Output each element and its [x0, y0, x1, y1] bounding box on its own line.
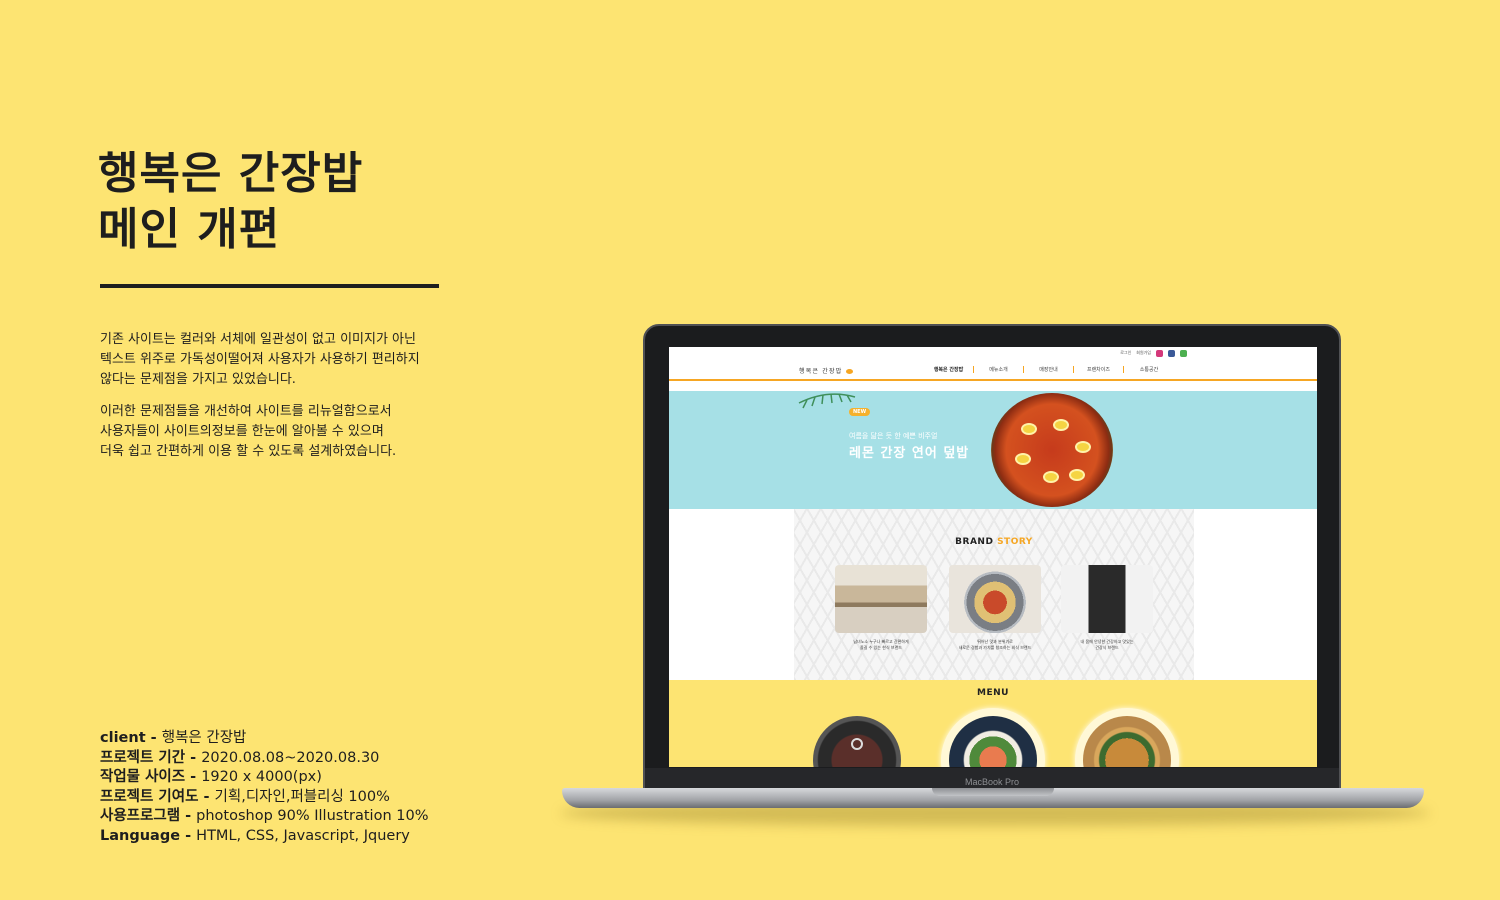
palm-leaf-icon	[798, 393, 856, 409]
zoom-icon[interactable]	[851, 738, 863, 750]
site-logo[interactable]: 행복은 간장밥	[799, 366, 853, 375]
brand-card-caption: 내 몸에 안녕한 건강하고 맛있는 건강식 브랜드	[1080, 639, 1134, 650]
info-programs: 사용프로그램 - photoshop 90% Illustration 10%	[100, 808, 429, 825]
nav-item-franchise[interactable]: 프랜차이즈	[1074, 366, 1124, 373]
laptop-screen: 로그인 회원가입 행복은 간장밥 행복은 간장밥 메뉴소개 매장안내 프랜차이즈…	[669, 347, 1317, 767]
menu-item-1[interactable]	[805, 708, 909, 767]
brand-card-caption: 뛰어난 맛과 분위기로 새로운 경험과 가치를 창조하는 외식 브랜드	[958, 639, 1032, 650]
menu-title: MENU	[977, 688, 1009, 698]
title-divider	[100, 284, 439, 288]
hero-subtitle: 여름을 닮은 듯 한 예쁜 비주얼	[849, 432, 938, 440]
brand-card-3[interactable]: 내 몸에 안녕한 건강하고 맛있는 건강식 브랜드	[1061, 565, 1153, 651]
nav-item-menu[interactable]: 메뉴소개	[974, 366, 1024, 373]
bibimbap-image	[949, 565, 1041, 633]
brand-story-section: BRAND STORY 남녀노소 누구나 빠르고 간편하게 즐길 수 있는 한식…	[794, 509, 1194, 680]
chef-image	[1061, 565, 1153, 633]
project-title-line-1: 행복은 간장밥	[98, 148, 364, 199]
instagram-icon[interactable]	[1156, 349, 1163, 357]
laptop-model-label: MacBook Pro	[964, 777, 1020, 787]
restaurant-interior-image	[835, 565, 927, 633]
menu-item-2[interactable]	[941, 708, 1045, 767]
brand-story-title: BRAND STORY	[955, 537, 1033, 547]
info-language: Language - HTML, CSS, Javascript, Jquery	[100, 827, 410, 844]
site-header: 행복은 간장밥 행복은 간장밥 메뉴소개 매장안내 프랜차이즈 소통공간	[669, 359, 1317, 381]
menu-section: MENU	[669, 680, 1317, 767]
signup-link[interactable]: 회원가입	[1136, 350, 1151, 356]
description-paragraph-2: 이러한 문제점들을 개선하여 사이트를 리뉴얼함으로서 사용자들이 사이트의정보…	[100, 404, 397, 459]
rice-bowl-icon	[845, 369, 853, 374]
login-link[interactable]: 로그인	[1120, 350, 1131, 356]
blog-icon[interactable]	[1180, 349, 1187, 357]
nav-item-community[interactable]: 소통공간	[1124, 366, 1174, 373]
hero-title: 레몬 간장 연어 덮밥	[849, 446, 970, 461]
project-title-line-2: 메인 개편	[98, 204, 281, 255]
site-utility-bar: 로그인 회원가입	[669, 347, 1317, 359]
description-paragraph-1: 기존 사이트는 컬러와 서체에 일관성이 없고 이미지가 아닌 텍스트 위주로 …	[100, 332, 420, 387]
menu-item-3[interactable]	[1075, 708, 1179, 767]
laptop-notch	[932, 788, 1054, 796]
nav-item-store[interactable]: 매장안내	[1024, 366, 1074, 373]
brand-card-2[interactable]: 뛰어난 맛과 분위기로 새로운 경험과 가치를 창조하는 외식 브랜드	[949, 565, 1041, 651]
nav-item-brand[interactable]: 행복은 간장밥	[924, 366, 974, 373]
info-period: 프로젝트 기간 - 2020.08.08~2020.08.30	[100, 749, 380, 766]
laptop-base	[562, 788, 1424, 808]
brand-card-1[interactable]: 남녀노소 누구나 빠르고 간편하게 즐길 수 있는 한식 브랜드	[835, 565, 927, 651]
info-size: 작업물 사이즈 - 1920 x 4000(px)	[100, 769, 322, 786]
project-title: 행복은 간장밥 메인 개편	[98, 146, 363, 258]
project-description: 기존 사이트는 컬러와 서체에 일관성이 없고 이미지가 아닌 텍스트 위주로 …	[100, 330, 460, 474]
salmon-bowl-image	[991, 393, 1113, 507]
info-contribution: 프로젝트 기여도 - 기획,디자인,퍼블리싱 100%	[100, 788, 390, 805]
hero-banner[interactable]: NEW 여름을 닮은 듯 한 예쁜 비주얼 레몬 간장 연어 덮밥	[669, 391, 1317, 509]
site-nav: 행복은 간장밥 메뉴소개 매장안내 프랜차이즈 소통공간	[924, 366, 1174, 373]
project-info: client - 행복은 간장밥 프로젝트 기간 - 2020.08.08~20…	[100, 729, 428, 847]
info-client: client - 행복은 간장밥	[100, 730, 247, 746]
brand-card-caption: 남녀노소 누구나 빠르고 간편하게 즐길 수 있는 한식 브랜드	[853, 639, 909, 650]
menu-dish-image	[1083, 716, 1171, 767]
new-badge: NEW	[849, 408, 871, 416]
facebook-icon[interactable]	[1168, 349, 1175, 357]
menu-dish-image	[949, 716, 1037, 767]
